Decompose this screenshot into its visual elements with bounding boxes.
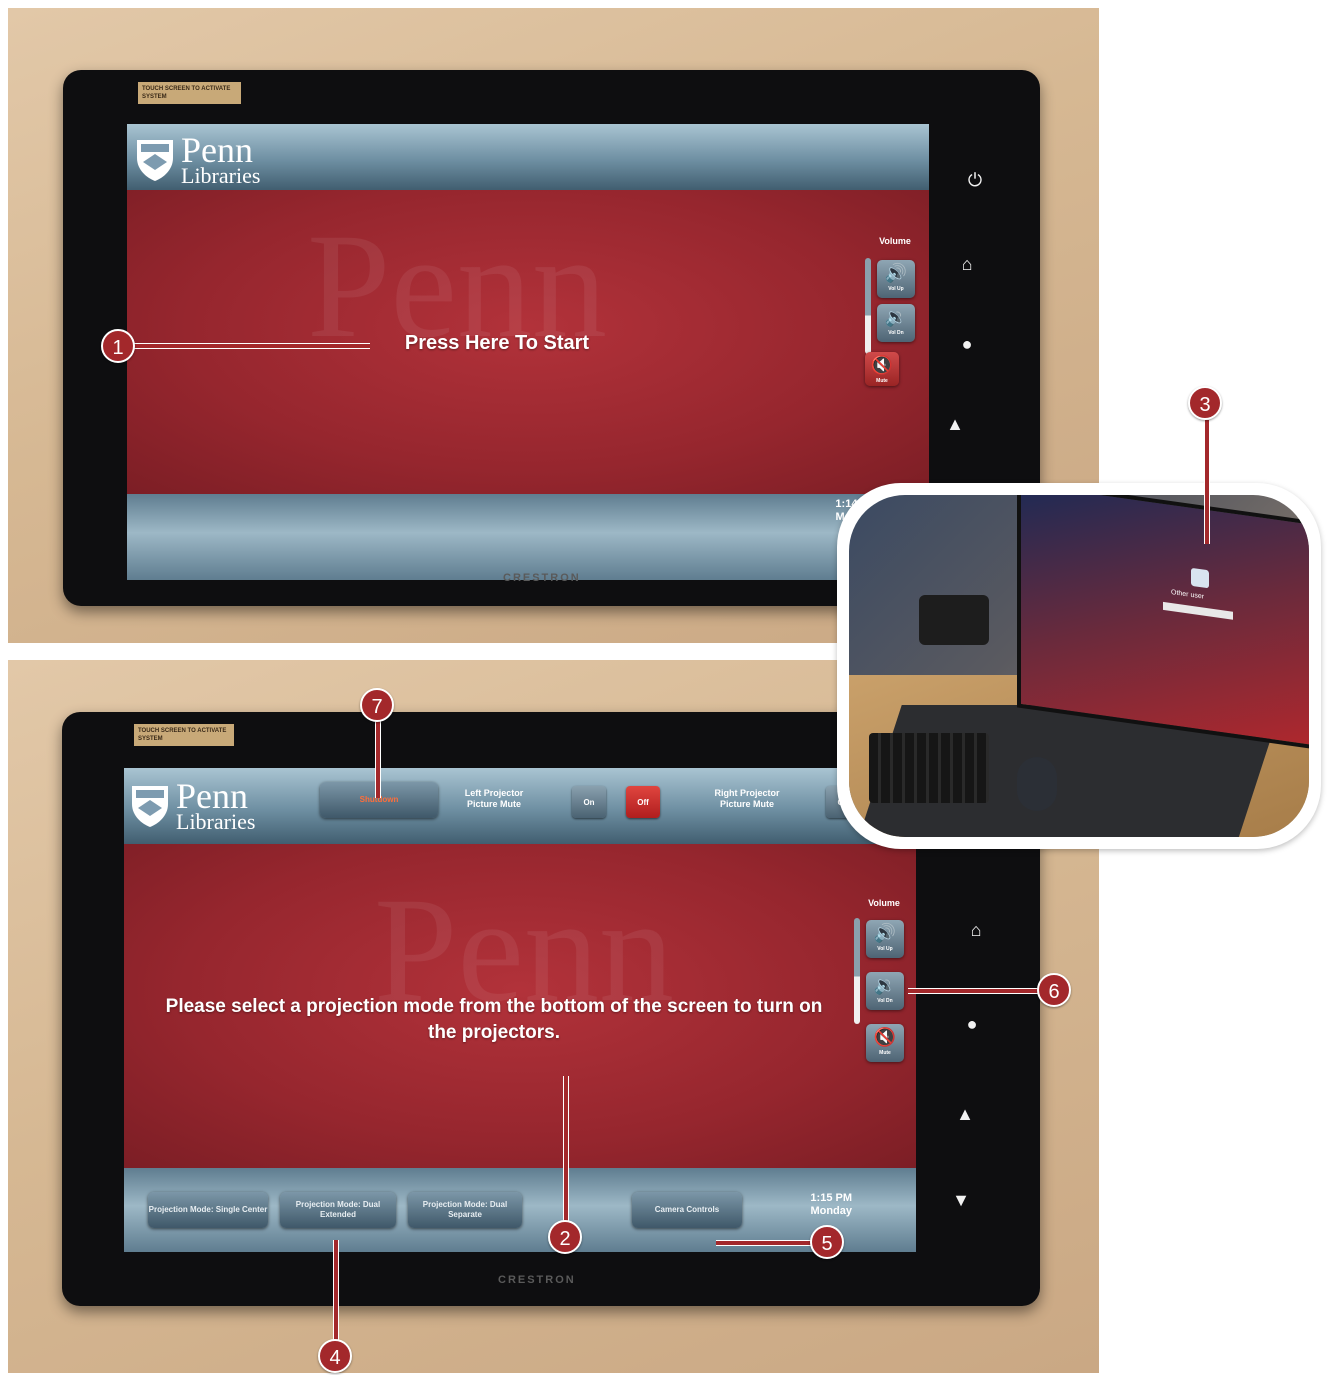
up-arrow-icon-2[interactable]: ▲ [950,1104,980,1125]
monitor: Other user [1017,495,1309,751]
callout-7: 7 [360,688,394,722]
mute-icon: 🔇 [870,355,894,375]
computer-photo: Other user [849,495,1309,837]
home-icon[interactable]: ⌂ [952,254,982,275]
speaker-down-icon-2: 🔉 [873,975,897,995]
activate-sticker-2: TOUCH SCREEN TO ACTIVATE SYSTEM [134,724,234,746]
callout-3: 3 [1188,386,1222,420]
callout-4-line [333,1240,339,1348]
callout-1-line [134,343,370,349]
power-icon[interactable]: ⏻ [960,170,990,191]
touch-screen[interactable]: Penn Penn Libraries Press Here To Start V… [127,124,929,580]
keyboard [869,733,989,803]
speaker-up-icon: 🔊 [884,263,908,283]
left-projector-off-button[interactable]: Off [626,786,660,818]
callout-1: 1 [101,329,135,363]
volume-panel-2: Volume 🔊 Vol Up 🔉 Vol Dn 🔇 Mute [854,898,914,1068]
callout-7-line [375,716,381,798]
charging-stand [919,595,989,645]
logo-libraries-2: Libraries [176,809,256,834]
callout-2: 2 [548,1220,582,1254]
vol-up-button[interactable]: 🔊 Vol Up [877,260,915,298]
mode-dual-extended-button[interactable]: Projection Mode: Dual Extended [280,1192,396,1228]
left-projector-label: Left Projector Picture Mute [464,788,524,809]
up-arrow-icon[interactable]: ▲ [940,414,970,435]
volume-panel: Volume 🔊 Vol Up 🔉 Vol Dn 🔇 Mute [865,236,925,396]
speaker-up-icon-2: 🔊 [873,923,897,943]
home-icon-2[interactable]: ⌂ [961,920,991,941]
crestron-brand-2: CRESTRON [498,1274,576,1286]
left-projector-on-button[interactable]: On [572,786,606,818]
callout-2-line [563,1076,569,1222]
logo-libraries: Libraries [181,163,261,188]
mode-dual-separate-button[interactable]: Projection Mode: Dual Separate [408,1192,522,1228]
clock-time-2: 1:15 PM [810,1192,852,1204]
callout-3-line [1204,420,1210,544]
clock-2: 1:15 PM Monday [744,1192,852,1218]
vol-down-button[interactable]: 🔉 Vol Dn [877,304,915,342]
callout-4: 4 [318,1339,352,1373]
down-arrow-icon[interactable]: ▼ [946,1190,976,1211]
login-avatar-icon [1191,567,1209,589]
camera-controls-button[interactable]: Camera Controls [632,1192,742,1228]
penn-shield-icon-2 [130,784,170,828]
login-field [1163,601,1233,620]
touch-screen-2[interactable]: Penn Penn Libraries Shutdown Left Project… [124,768,916,1252]
right-projector-label: Right Projector Picture Mute [714,788,780,809]
light-icon-2[interactable]: ● [957,1014,987,1035]
volume-level-bar [865,258,871,354]
mute-button[interactable]: 🔇 Mute [865,352,899,386]
mute-button-2[interactable]: 🔇 Mute [866,1024,904,1062]
volume-label-2: Volume [868,898,900,908]
press-here-to-start[interactable]: Press Here To Start [357,332,637,355]
login-label: Other user [1171,589,1205,601]
vol-down-button-2[interactable]: 🔉 Vol Dn [866,972,904,1010]
vol-up-button-2[interactable]: 🔊 Vol Up [866,920,904,958]
clock-day-2: Monday [810,1205,852,1217]
light-icon[interactable]: ● [952,334,982,355]
projection-instruction: Please select a projection mode from the… [165,996,823,1043]
mute-icon-2: 🔇 [873,1027,897,1047]
callout-5: 5 [810,1225,844,1259]
speaker-down-icon: 🔉 [884,307,908,327]
mode-single-center-button[interactable]: Projection Mode: Single Center [148,1192,268,1228]
penn-libraries-logo-2: Penn Libraries [130,778,255,833]
volume-level-bar-2 [854,918,860,1024]
callout-6: 6 [1037,973,1071,1007]
penn-libraries-logo: Penn Libraries [135,132,260,187]
volume-label: Volume [879,236,911,246]
mouse [1017,757,1057,811]
activate-sticker: TOUCH SCREEN TO ACTIVATE SYSTEM [138,82,241,104]
callout-6-line [908,988,1038,994]
crestron-brand: CRESTRON [503,572,581,584]
callout-5-line [716,1240,812,1246]
penn-shield-icon [135,138,175,182]
computer-inset: Other user [837,483,1321,849]
